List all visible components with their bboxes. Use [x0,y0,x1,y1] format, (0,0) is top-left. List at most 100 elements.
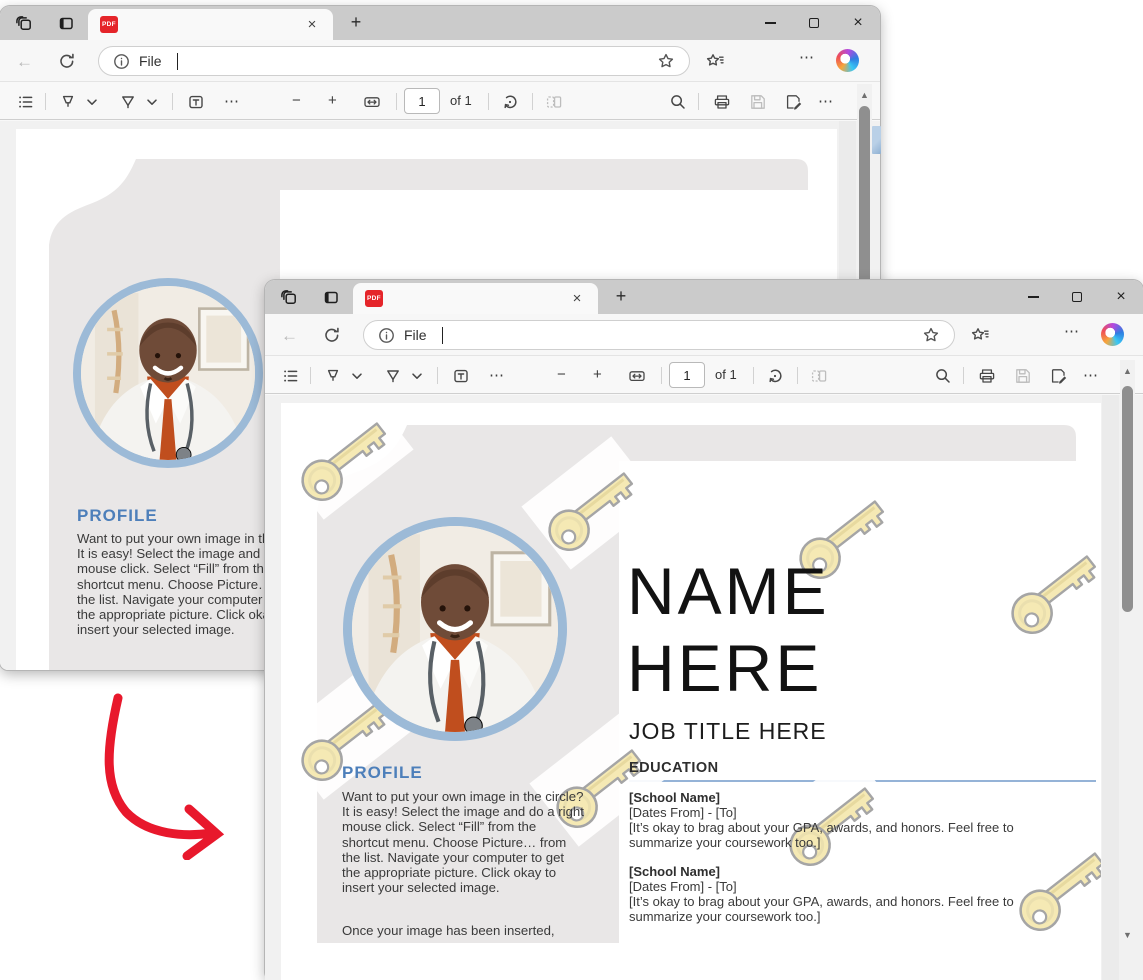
page-number-input[interactable] [404,88,440,114]
more-icon[interactable]: ⋯ [799,48,817,66]
pdf-toolbar: ⋯ − + of 1 ⋯ [265,356,1143,394]
chevron-down-icon[interactable] [142,92,156,112]
collections-icon[interactable] [706,52,724,70]
divider [396,93,397,110]
chevron-down-icon[interactable] [347,366,361,386]
highlighter-icon[interactable] [323,366,343,386]
maximize-button[interactable] [1055,280,1099,314]
more-icon[interactable]: ⋯ [1064,322,1082,340]
name-line2: HERE [627,630,830,707]
workspaces-icon[interactable] [15,14,33,32]
save-as-icon[interactable] [784,92,804,112]
toc-icon[interactable] [16,92,36,112]
chevron-down-icon[interactable] [82,92,96,112]
workspaces-icon[interactable] [280,288,298,306]
refresh-icon[interactable] [58,52,76,70]
pdf-page: PROFILE Want to put your own image in th… [281,403,1101,980]
close-tab-icon[interactable]: × [566,287,588,309]
zoom-out-icon[interactable]: − [292,92,312,112]
zoom-in-icon[interactable]: + [328,92,348,112]
save-as-icon[interactable] [1049,366,1069,386]
school-name: [School Name] [629,790,1053,805]
window-controls: × [748,6,880,40]
more-options-icon[interactable]: ⋯ [1083,366,1103,386]
info-icon[interactable] [113,53,130,70]
refresh-icon[interactable] [323,326,341,344]
print-icon[interactable] [977,366,997,386]
copilot-icon[interactable] [1101,323,1124,346]
scroll-down-icon[interactable]: ▼ [1120,930,1135,940]
highlighter-icon[interactable] [58,92,78,112]
back-arrow-icon[interactable]: ← [281,326,299,344]
tab-preview-icon[interactable] [57,14,75,32]
toc-icon[interactable] [281,366,301,386]
pdf-file-icon: PDF [100,16,118,33]
address-text[interactable]: File [404,327,427,343]
address-bar[interactable]: File [98,46,690,76]
close-window-button[interactable]: × [1099,280,1143,314]
school-name: [School Name] [629,864,1053,879]
browser-window-front: PDF × + × ← File ⋯ ⋯ − + [265,280,1143,980]
divider [532,93,533,110]
background-window-fragment [872,126,881,154]
add-text-icon[interactable] [451,366,471,386]
pdf-file-icon: PDF [365,290,383,307]
add-text-icon[interactable] [186,92,206,112]
bookmark-star-icon[interactable] [657,52,675,70]
print-icon[interactable] [712,92,732,112]
minimize-button[interactable] [1011,280,1055,314]
more-options-icon[interactable]: ⋯ [818,92,838,112]
pdf-tab[interactable]: PDF × [88,9,333,40]
collections-icon[interactable] [971,326,989,344]
address-bar[interactable]: File [363,320,955,350]
scroll-up-icon[interactable]: ▲ [1120,366,1135,376]
name-line1: NAME [627,553,830,630]
chevron-down-icon[interactable] [407,366,421,386]
close-window-button[interactable]: × [836,6,880,40]
zoom-out-icon[interactable]: − [557,366,577,386]
save-icon[interactable] [748,92,768,112]
scrollbar-thumb[interactable] [1122,386,1133,612]
info-icon[interactable] [378,327,395,344]
profile-photo [73,278,263,468]
rotate-icon[interactable] [765,366,785,386]
scroll-up-icon[interactable]: ▲ [857,90,872,100]
pdf-toolbar: ⋯ − + of 1 ⋯ [0,82,880,120]
back-arrow-icon[interactable]: ← [16,52,34,70]
pen-icon[interactable] [118,92,138,112]
new-tab-button[interactable]: + [609,284,633,308]
maximize-button[interactable] [792,6,836,40]
divider [963,367,964,384]
minimize-button[interactable] [748,6,792,40]
zoom-in-icon[interactable]: + [593,366,613,386]
pen-icon[interactable] [383,366,403,386]
page-view-icon[interactable] [809,366,829,386]
page-count-label: of 1 [450,93,472,108]
fit-width-icon[interactable] [627,366,647,386]
profile-body-continued: Once your image has been inserted, [342,923,586,938]
more-tools-icon[interactable]: ⋯ [224,92,244,112]
rotate-icon[interactable] [500,92,520,112]
tab-preview-icon[interactable] [322,288,340,306]
job-title: JOB TITLE HERE [629,718,827,745]
page-number-input[interactable] [669,362,705,388]
bookmark-star-icon[interactable] [922,326,940,344]
tab-bar: PDF × + × [265,280,1143,314]
new-tab-button[interactable]: + [344,10,368,34]
education-heading: EDUCATION [629,760,719,776]
address-text[interactable]: File [139,53,162,69]
fit-width-icon[interactable] [362,92,382,112]
desktop: { "browser": { "pdf_badge_label": "PDF",… [0,0,1143,943]
close-tab-icon[interactable]: × [301,13,323,35]
search-icon[interactable] [933,366,953,386]
pdf-tab[interactable]: PDF × [353,283,598,314]
scrollbar[interactable]: ▲ ▼ [1120,360,1135,944]
search-icon[interactable] [668,92,688,112]
page-view-icon[interactable] [544,92,564,112]
education-section: [School Name] [Dates From] - [To] [It’s … [629,790,1053,938]
save-icon[interactable] [1013,366,1033,386]
pdf-content-area: PROFILE Want to put your own image in th… [265,395,1143,980]
copilot-icon[interactable] [836,49,859,72]
more-tools-icon[interactable]: ⋯ [489,366,509,386]
divider [661,367,662,384]
